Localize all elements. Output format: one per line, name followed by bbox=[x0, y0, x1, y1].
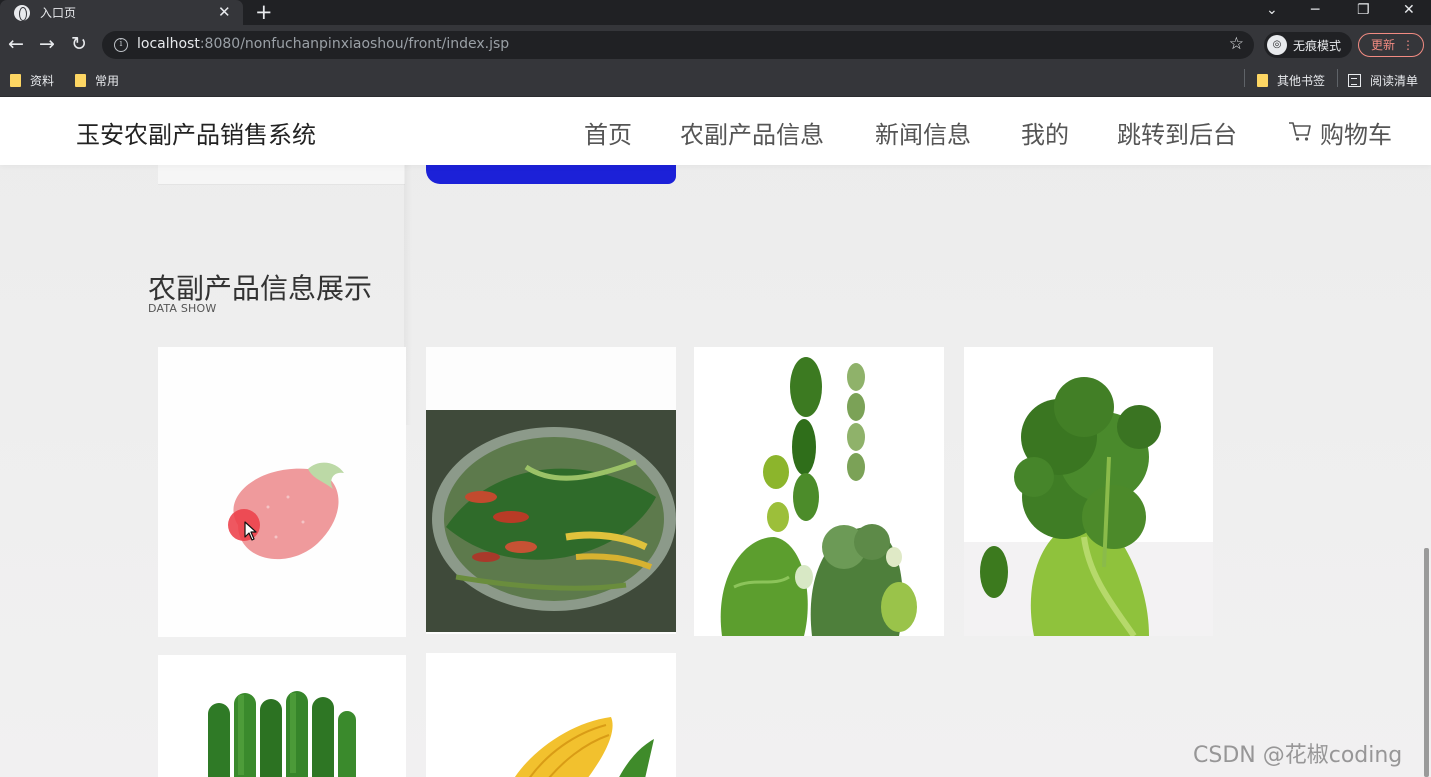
product-card-broccoli[interactable] bbox=[964, 347, 1213, 636]
restore-icon[interactable]: ❐ bbox=[1357, 0, 1370, 20]
browser-tab-strip: 入口页 ✕ + ⌄ ─ ❐ ✕ bbox=[0, 0, 1431, 25]
reading-list-label: 阅读清单 bbox=[1370, 74, 1419, 88]
reading-list-icon bbox=[1348, 74, 1361, 87]
nav-products[interactable]: 农副产品信息 bbox=[680, 115, 824, 150]
vegetable-basin-image bbox=[426, 347, 676, 634]
tab-title: 入口页 bbox=[40, 6, 77, 20]
update-label: 更新 bbox=[1371, 38, 1396, 52]
browser-tab[interactable]: 入口页 ✕ bbox=[0, 0, 243, 25]
forward-icon[interactable]: → bbox=[39, 33, 55, 55]
bookmark-label: 其他书签 bbox=[1277, 74, 1326, 88]
reading-list[interactable]: 阅读清单 bbox=[1348, 72, 1418, 89]
incognito-indicator[interactable]: ◎ 无痕模式 bbox=[1264, 32, 1352, 58]
address-bar[interactable]: i localhost:8080/nonfuchanpinxiaoshou/fr… bbox=[102, 31, 1254, 59]
bookmark-folder[interactable]: 常用 bbox=[75, 72, 119, 89]
watermark: CSDN @花椒coding bbox=[1193, 743, 1403, 768]
broccoli-image bbox=[964, 347, 1213, 636]
site-header: 玉安农副产品销售系统 首页 农副产品信息 新闻信息 我的 跳转到后台 购物车 bbox=[0, 97, 1431, 165]
product-card-cucumbers[interactable] bbox=[158, 655, 406, 777]
bookmark-star-icon[interactable]: ☆ bbox=[1229, 34, 1244, 54]
product-card-green-vegetables[interactable] bbox=[694, 347, 944, 636]
product-card-strawberry[interactable] bbox=[158, 347, 406, 637]
incognito-label: 无痕模式 bbox=[1293, 38, 1342, 53]
bookmark-label: 资料 bbox=[30, 74, 55, 88]
nav-news[interactable]: 新闻信息 bbox=[875, 115, 971, 150]
bookmark-folder-other[interactable]: 其他书签 bbox=[1257, 72, 1325, 89]
reload-icon[interactable]: ↻ bbox=[71, 33, 87, 55]
corn-image bbox=[426, 653, 676, 777]
web-page: 玉安农副产品销售系统 首页 农副产品信息 新闻信息 我的 跳转到后台 购物车 农… bbox=[0, 97, 1431, 777]
globe-icon bbox=[14, 4, 30, 21]
site-info-icon[interactable]: i bbox=[114, 38, 128, 52]
minimize-icon[interactable]: ─ bbox=[1311, 0, 1319, 20]
browser-toolbar: ← → ↻ i localhost:8080/nonfuchanpinxiaos… bbox=[0, 25, 1431, 65]
incognito-icon: ◎ bbox=[1267, 35, 1287, 55]
site-title[interactable]: 玉安农副产品销售系统 bbox=[76, 115, 316, 150]
product-card-vegetable-basin[interactable] bbox=[426, 347, 676, 634]
nav-cart[interactable]: 购物车 bbox=[1320, 115, 1392, 150]
nav-backend[interactable]: 跳转到后台 bbox=[1117, 115, 1237, 150]
folder-icon bbox=[75, 74, 86, 87]
folder-icon bbox=[10, 74, 21, 87]
shopping-cart-icon[interactable] bbox=[1288, 119, 1312, 143]
folder-icon bbox=[1257, 74, 1268, 87]
bookmark-label: 常用 bbox=[95, 74, 120, 88]
tab-search-icon[interactable]: ⌄ bbox=[1266, 0, 1278, 20]
new-tab-button[interactable]: + bbox=[255, 0, 273, 24]
back-icon[interactable]: ← bbox=[8, 33, 24, 55]
section-title: 农副产品信息展示 bbox=[148, 272, 373, 305]
nav-mine[interactable]: 我的 bbox=[1021, 115, 1069, 150]
section-subtitle: DATA SHOW bbox=[148, 302, 217, 315]
tab-close-icon[interactable]: ✕ bbox=[218, 3, 231, 21]
window-close-icon[interactable]: ✕ bbox=[1403, 0, 1415, 20]
bookmark-separator bbox=[1244, 69, 1245, 87]
strawberry-image bbox=[158, 347, 406, 637]
bookmark-folder[interactable]: 资料 bbox=[10, 72, 54, 89]
menu-dots-icon: ⋮ bbox=[1402, 38, 1414, 52]
bookmarks-bar bbox=[0, 65, 1431, 97]
update-button[interactable]: 更新 ⋮ bbox=[1358, 33, 1424, 57]
green-vegetables-image bbox=[694, 347, 944, 636]
url-host: localhost bbox=[137, 36, 200, 52]
product-card-corn[interactable] bbox=[426, 653, 676, 777]
url-text[interactable]: localhost:8080/nonfuchanpinxiaoshou/fron… bbox=[137, 36, 509, 52]
bookmark-separator bbox=[1337, 69, 1338, 87]
nav-home[interactable]: 首页 bbox=[584, 115, 632, 150]
scrollbar-thumb[interactable] bbox=[1424, 548, 1429, 777]
url-path: :8080/nonfuchanpinxiaoshou/front/index.j… bbox=[199, 36, 510, 52]
cucumbers-image bbox=[158, 655, 406, 777]
mouse-cursor-icon bbox=[244, 521, 257, 541]
